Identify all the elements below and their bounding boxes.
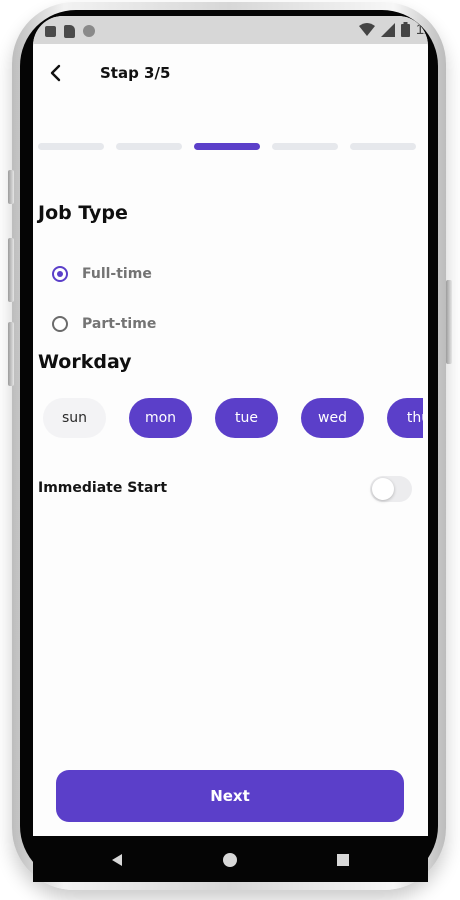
back-button[interactable]	[43, 60, 69, 86]
status-right-icons: 11:3	[358, 21, 428, 38]
progress-segment-2	[116, 143, 182, 150]
wifi-icon	[358, 22, 375, 36]
job-type-option-full-time[interactable]: Full-time	[52, 266, 152, 282]
job-type-option-part-time[interactable]: Part-time	[52, 316, 156, 332]
immediate-start-toggle[interactable]	[370, 476, 412, 502]
nav-home-button[interactable]	[220, 850, 240, 870]
radio-label-full-time: Full-time	[82, 266, 152, 282]
status-time: 11:3	[415, 21, 428, 38]
battery-icon	[400, 22, 410, 37]
android-nav-bar	[33, 836, 428, 882]
side-button-right	[446, 280, 452, 364]
progress-segment-5	[350, 143, 416, 150]
day-chip-tue[interactable]: tue	[215, 398, 278, 438]
triangle-back-icon	[112, 854, 122, 866]
day-chip-sun[interactable]: sun	[43, 398, 106, 438]
day-chip-wed[interactable]: wed	[301, 398, 364, 438]
circle-home-icon	[223, 853, 237, 867]
header: Stap 3/5	[33, 52, 428, 96]
circle-status-icon	[83, 25, 95, 37]
sim-card-icon	[64, 24, 75, 38]
next-button[interactable]: Next	[56, 770, 404, 822]
app-screen: 11:3 Stap 3/5 Job Type Full-time Part-ti…	[33, 16, 428, 836]
progress-segment-3-active	[194, 143, 260, 150]
day-chip-mon[interactable]: mon	[129, 398, 192, 438]
nav-back-button[interactable]	[107, 850, 127, 870]
side-button-left-1	[8, 170, 14, 204]
chevron-left-icon	[50, 64, 61, 82]
progress-segment-1	[38, 143, 104, 150]
square-recents-icon	[337, 854, 349, 866]
day-chip-thu[interactable]: thu	[387, 398, 423, 438]
cell-signal-icon	[380, 22, 395, 37]
radio-full-time[interactable]	[52, 266, 68, 282]
toggle-knob	[372, 478, 394, 500]
side-button-left-2	[8, 238, 14, 302]
radio-part-time[interactable]	[52, 316, 68, 332]
step-progress	[38, 143, 418, 151]
immediate-start-label: Immediate Start	[38, 480, 168, 496]
status-left-icons	[45, 24, 95, 38]
workday-title: Workday	[38, 351, 132, 373]
page-title: Stap 3/5	[100, 64, 171, 82]
side-button-left-3	[8, 322, 14, 386]
workday-chips: sun mon tue wed thu	[43, 398, 423, 440]
job-type-title: Job Type	[38, 202, 128, 224]
progress-segment-4	[272, 143, 338, 150]
status-bar: 11:3	[33, 16, 428, 44]
notification-icon	[45, 25, 56, 37]
workday-chips-track: sun mon tue wed thu	[43, 398, 423, 438]
radio-label-part-time: Part-time	[82, 316, 157, 332]
nav-recents-button[interactable]	[333, 850, 353, 870]
